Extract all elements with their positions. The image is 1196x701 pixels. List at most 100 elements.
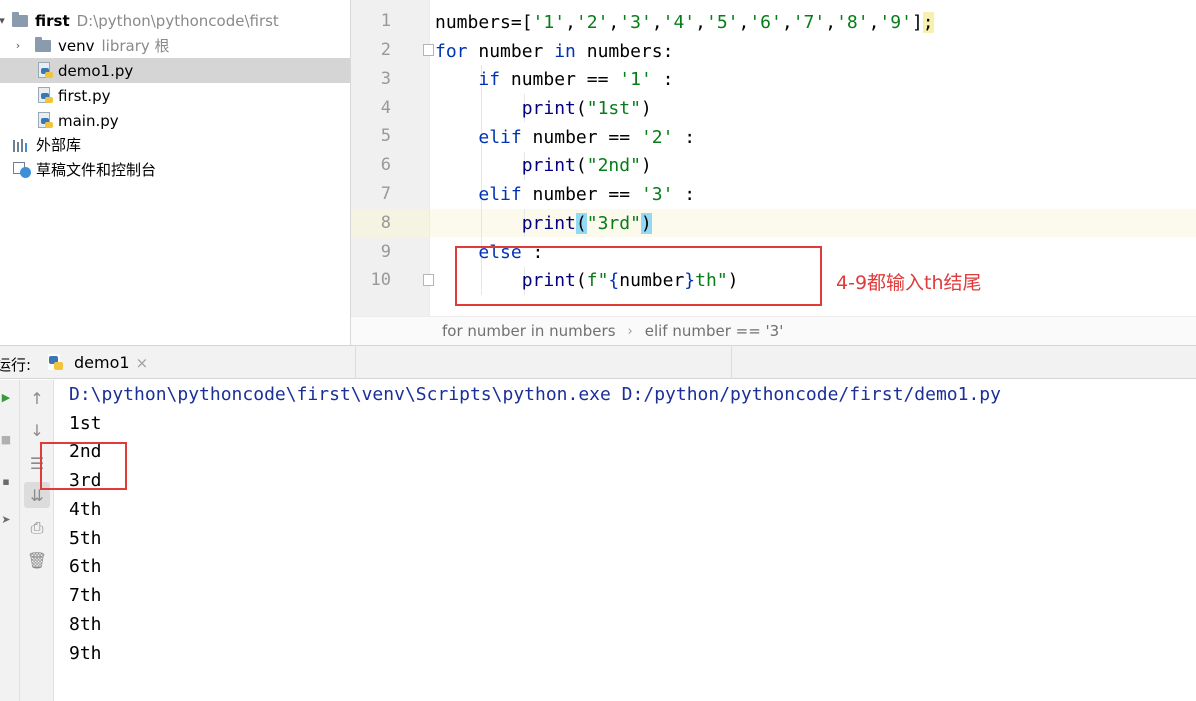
line-number: 1 — [380, 11, 391, 31]
chevron-right-icon: › — [627, 323, 633, 339]
code-token: elif — [478, 184, 522, 205]
console-output[interactable]: D:\python\pythoncode\first\venv\Scripts\… — [55, 380, 1196, 701]
tree-item-hint: library 根 — [101, 37, 170, 55]
trash-icon[interactable]: 🗑 — [24, 547, 50, 573]
tab-label: demo1 — [74, 353, 130, 372]
folder-icon — [12, 11, 28, 27]
line-number: 9 — [380, 242, 391, 262]
code-token: : — [673, 127, 696, 148]
code-line-4: print("1st") — [521, 98, 652, 119]
code-token: for — [435, 41, 468, 62]
code-line-2: for number in numbers: — [435, 38, 673, 66]
tree-item-scratches[interactable]: 草稿文件和控制台 — [0, 157, 350, 182]
chevron-right-icon[interactable]: › — [12, 39, 24, 52]
rerun-icon[interactable]: ▶ — [0, 390, 12, 404]
code-line-5: elif number == '2' : — [435, 124, 695, 152]
code-token: '8' — [836, 12, 869, 33]
code-line-3: if number == '1' : — [435, 66, 673, 94]
code-token: if — [478, 69, 501, 90]
console-line: 4th — [69, 499, 102, 520]
folder-icon — [35, 36, 51, 52]
run-toolbar: ↑ ↓ ☰ ⇊ ⎙ 🗑 — [20, 380, 54, 701]
line-number: 2 — [380, 40, 391, 60]
python-file-icon — [47, 354, 63, 371]
breadcrumb: for number in numbers › elif number == '… — [351, 316, 1196, 345]
annotation-box-code — [455, 246, 822, 306]
scratch-console-icon — [13, 161, 31, 178]
code-token: number == — [521, 127, 641, 148]
code-token: '2' — [640, 127, 674, 148]
header-divider — [355, 346, 356, 379]
code-token: in — [554, 41, 576, 62]
code-line-6: print("2nd") — [521, 155, 652, 176]
console-command-line[interactable]: D:\python\pythoncode\first\venv\Scripts\… — [69, 380, 1001, 409]
python-file-icon — [37, 112, 53, 129]
line-number: 8 — [380, 213, 391, 233]
tree-item-label: demo1.py — [58, 61, 134, 80]
tree-item-demo1[interactable]: demo1.py — [0, 58, 350, 83]
tree-item-first[interactable]: first.py — [0, 83, 350, 108]
python-file-icon — [37, 87, 53, 104]
console-line: 1st — [69, 413, 102, 434]
code-token: print — [521, 98, 576, 119]
close-icon[interactable]: × — [136, 354, 149, 372]
print-icon[interactable]: ⎙ — [24, 515, 50, 541]
chevron-down-icon[interactable]: ▾ — [0, 14, 8, 27]
run-tool-window-header: 运行: demo1 × — [0, 345, 1196, 379]
line-number: 7 — [380, 184, 391, 204]
tree-root-first[interactable]: ▾ first D:\python\pythoncode\first — [0, 8, 350, 33]
code-token: : — [651, 69, 674, 90]
code-token: print — [521, 155, 576, 176]
run-label: 运行: — [0, 356, 32, 374]
code-token: '9' — [879, 12, 912, 33]
code-token: print — [521, 213, 576, 234]
code-token: '3' — [640, 184, 674, 205]
tree-item-label: venv — [58, 36, 95, 55]
stop-icon[interactable]: ■ — [0, 432, 12, 446]
console-line: 5th — [69, 528, 102, 549]
annotation-text: 4-9都输入th结尾 — [836, 272, 982, 294]
code-line-8: print("3rd") — [435, 210, 652, 238]
project-panel: ▾ first D:\python\pythoncode\first › ven… — [0, 0, 350, 345]
fold-marker-icon[interactable] — [423, 44, 434, 56]
code-token: ] — [911, 12, 923, 33]
code-token: "2nd" — [586, 155, 641, 176]
line-number: 4 — [380, 98, 391, 118]
code-token: '2' — [575, 12, 609, 33]
code-token: numbers — [435, 12, 511, 33]
tree-item-label: main.py — [58, 111, 119, 130]
tree-root-path: D:\python\pythoncode\first — [76, 11, 279, 30]
line-number: 3 — [380, 69, 391, 89]
console-line: 8th — [69, 614, 102, 635]
tab-demo1[interactable]: demo1 × — [29, 346, 355, 379]
console-line: 6th — [69, 556, 102, 577]
code-line-7: elif number == '3' : — [435, 181, 695, 209]
fold-marker-icon[interactable] — [423, 274, 434, 286]
tree-item-main[interactable]: main.py — [0, 108, 350, 133]
tree-item-external-libraries[interactable]: 外部库 — [0, 132, 350, 157]
python-file-icon — [37, 62, 53, 79]
layout-icon[interactable]: ▪ — [0, 474, 12, 488]
code-token: '6' — [749, 12, 782, 33]
tree-item-venv[interactable]: › venv library 根 — [0, 33, 350, 58]
code-line-1: numbers=['1','2','3','4','5','6','7','8'… — [435, 12, 934, 33]
code-token: "1st" — [586, 98, 641, 119]
code-token: : — [673, 184, 696, 205]
arrow-up-icon[interactable]: ↑ — [24, 385, 50, 411]
tree-item-label: 外部库 — [36, 136, 82, 154]
pin-icon[interactable]: ➤ — [0, 512, 12, 526]
run-left-strip: ▶ ■ ▪ ➤ — [0, 380, 20, 701]
tree-root-name: first — [35, 11, 70, 30]
breadcrumb-item[interactable]: elif number == '3' — [645, 322, 784, 340]
code-token: '3' — [619, 12, 652, 33]
tree-item-label: 草稿文件和控制台 — [36, 161, 157, 179]
breadcrumb-item[interactable]: for number in numbers — [442, 322, 616, 340]
line-number: 10 — [370, 270, 391, 290]
line-number: 6 — [380, 155, 391, 175]
code-token: '5' — [705, 12, 739, 33]
code-token: elif — [478, 127, 522, 148]
console-line: 9th — [69, 643, 102, 664]
arrow-down-icon[interactable]: ↓ — [24, 417, 50, 443]
code-token: number — [467, 41, 555, 62]
annotation-box-output — [40, 442, 127, 490]
